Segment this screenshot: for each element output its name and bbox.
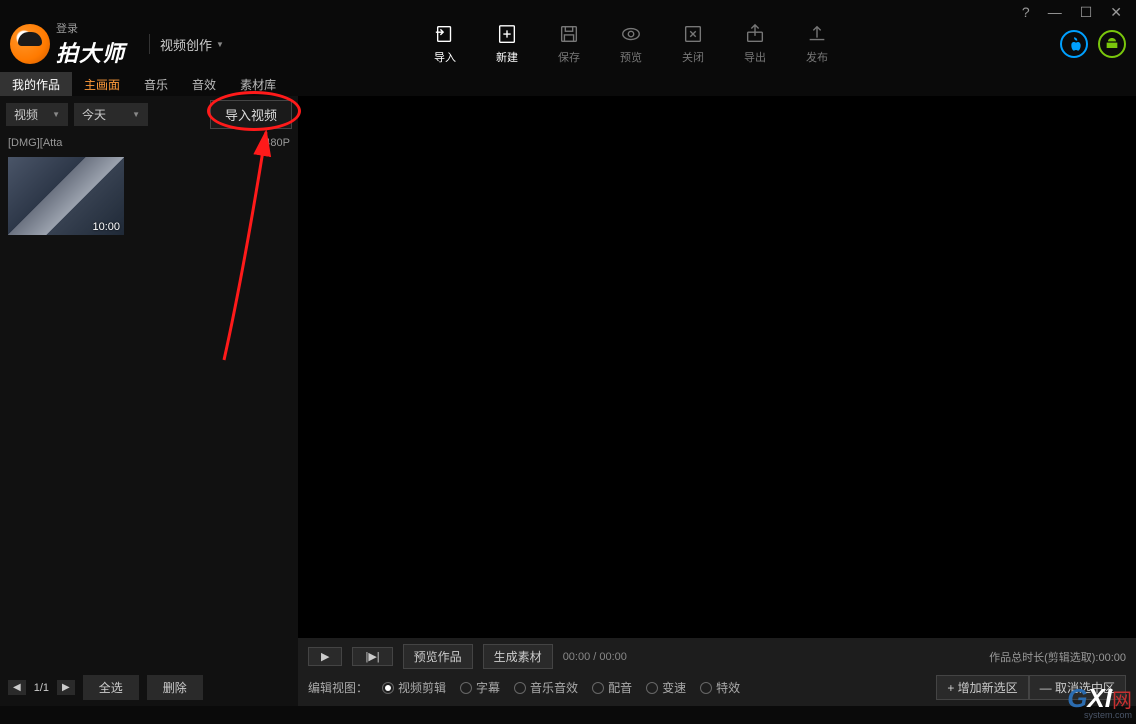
- clip-duration: 10:00: [92, 221, 120, 233]
- radio-speed[interactable]: 变速: [646, 679, 686, 696]
- tab-library[interactable]: 素材库: [228, 72, 288, 96]
- radio-icon: [382, 682, 394, 694]
- divider: [149, 34, 150, 54]
- play-button[interactable]: ▶: [308, 647, 342, 666]
- maximize-icon[interactable]: ☐: [1080, 4, 1093, 16]
- delete-button[interactable]: 删除: [147, 675, 203, 700]
- step-button[interactable]: |▶|: [352, 647, 392, 666]
- select-all-button[interactable]: 全选: [83, 675, 139, 700]
- date-value: 今天: [82, 106, 106, 123]
- mode-label: 视频创作: [160, 35, 212, 54]
- close-icon[interactable]: ✕: [1110, 4, 1122, 16]
- radio-videoedit[interactable]: 视频剪辑: [382, 679, 446, 696]
- date-dropdown[interactable]: 今天 ▼: [74, 103, 148, 126]
- new-icon: [496, 23, 518, 45]
- type-value: 视频: [14, 106, 38, 123]
- tab-sfx[interactable]: 音效: [180, 72, 228, 96]
- preview-work-button[interactable]: 预览作品: [403, 644, 473, 669]
- radio-dubbing[interactable]: 配音: [592, 679, 632, 696]
- radio-effects[interactable]: 特效: [700, 679, 740, 696]
- tab-mainscreen[interactable]: 主画面: [72, 72, 132, 96]
- tool-label: 导入: [434, 49, 456, 65]
- import-icon: [434, 23, 456, 45]
- chevron-down-icon: ▼: [132, 110, 140, 119]
- login-link[interactable]: 登录: [56, 20, 125, 36]
- total-duration-label: 作品总时长(剪辑选取):00:00: [989, 649, 1126, 665]
- export-tool-button[interactable]: 导出: [744, 23, 766, 65]
- tool-label: 预览: [620, 49, 642, 65]
- publish-icon: [806, 23, 828, 45]
- radio-label: 音乐音效: [530, 679, 578, 696]
- tool-label: 导出: [744, 49, 766, 65]
- radio-subtitle[interactable]: 字幕: [460, 679, 500, 696]
- new-tool-button[interactable]: 新建: [496, 23, 518, 65]
- radio-label: 视频剪辑: [398, 679, 446, 696]
- help-icon[interactable]: ?: [1022, 4, 1030, 16]
- export-icon: [744, 23, 766, 45]
- close-tool-button[interactable]: 关闭: [682, 23, 704, 65]
- tool-label: 发布: [806, 49, 828, 65]
- tool-label: 保存: [558, 49, 580, 65]
- tab-music[interactable]: 音乐: [132, 72, 180, 96]
- clip-resolution: 480P: [264, 137, 290, 149]
- generate-material-button[interactable]: 生成素材: [483, 644, 553, 669]
- radio-icon: [514, 682, 526, 694]
- page-prev-button[interactable]: ◀: [8, 680, 26, 695]
- radio-musiceffect[interactable]: 音乐音效: [514, 679, 578, 696]
- page-indicator: 1/1: [34, 682, 49, 694]
- save-tool-button[interactable]: 保存: [558, 23, 580, 65]
- radio-icon: [700, 682, 712, 694]
- radio-icon: [646, 682, 658, 694]
- brand-name: 拍大师: [56, 36, 125, 68]
- edit-view-label: 编辑视图：: [308, 679, 368, 696]
- minimize-icon[interactable]: —: [1048, 4, 1062, 16]
- radio-icon: [592, 682, 604, 694]
- radio-label: 配音: [608, 679, 632, 696]
- import-tool-button[interactable]: 导入: [434, 23, 456, 65]
- app-logo: [10, 24, 50, 64]
- import-video-button[interactable]: 导入视频: [210, 100, 292, 129]
- preview-tool-button[interactable]: 预览: [620, 23, 642, 65]
- mode-dropdown[interactable]: 视频创作 ▼: [160, 35, 224, 54]
- close-icon: [682, 23, 704, 45]
- preview-icon: [620, 23, 642, 45]
- radio-icon: [460, 682, 472, 694]
- chevron-down-icon: ▼: [216, 40, 224, 49]
- chevron-down-icon: ▼: [52, 110, 60, 119]
- preview-area: [298, 96, 1136, 638]
- video-thumbnail[interactable]: 10:00: [8, 157, 124, 235]
- type-dropdown[interactable]: 视频 ▼: [6, 103, 68, 126]
- tool-label: 新建: [496, 49, 518, 65]
- save-icon: [558, 23, 580, 45]
- page-next-button[interactable]: ▶: [57, 680, 75, 695]
- watermark: GXI网 system.com: [1067, 683, 1132, 720]
- clip-name: [DMG][Atta: [8, 137, 62, 149]
- tab-myworks[interactable]: 我的作品: [0, 72, 72, 96]
- radio-label: 特效: [716, 679, 740, 696]
- radio-label: 变速: [662, 679, 686, 696]
- publish-tool-button[interactable]: 发布: [806, 23, 828, 65]
- android-icon[interactable]: [1098, 30, 1126, 58]
- add-selection-button[interactable]: + 增加新选区: [936, 675, 1028, 700]
- time-display: 00:00 / 00:00: [563, 651, 627, 663]
- tool-label: 关闭: [682, 49, 704, 65]
- radio-label: 字幕: [476, 679, 500, 696]
- ios-icon[interactable]: [1060, 30, 1088, 58]
